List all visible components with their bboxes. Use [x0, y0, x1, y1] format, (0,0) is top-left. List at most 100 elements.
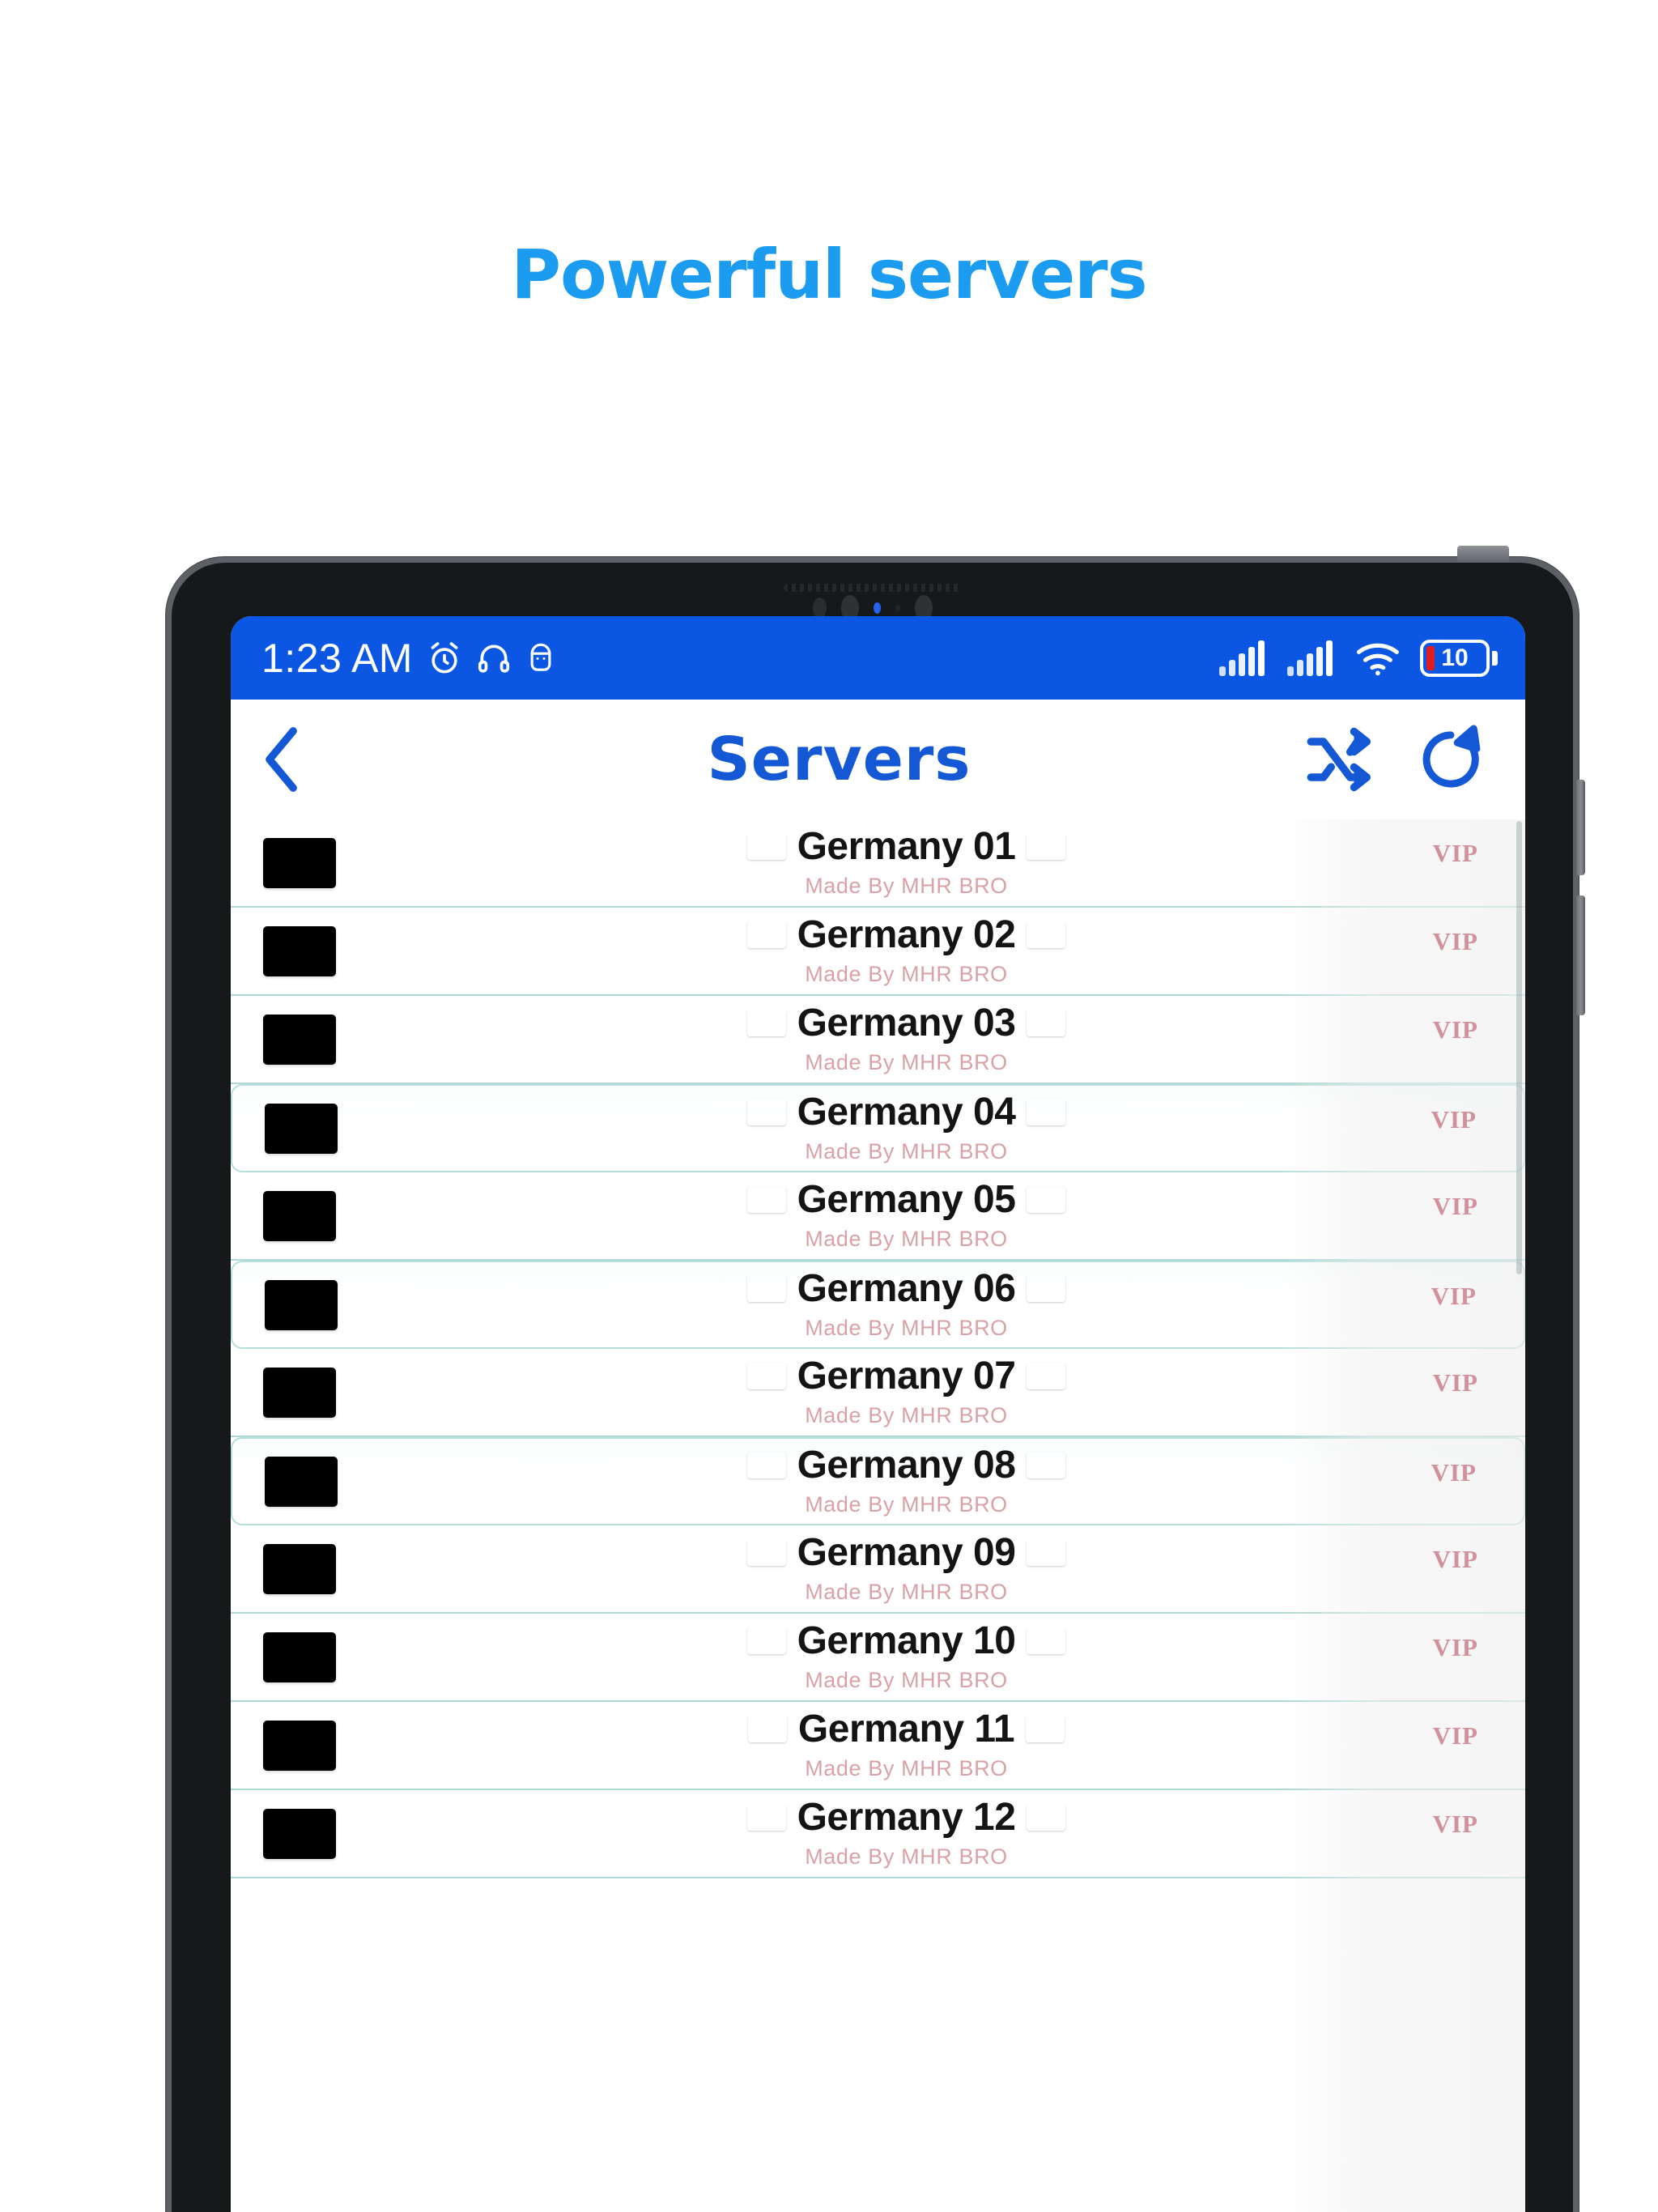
status-bar: 1:23 AM 10 [231, 616, 1525, 700]
german-flag-icon [748, 1716, 787, 1742]
status-bar-right: 10 [1219, 639, 1498, 677]
device-screen: 1:23 AM 10 Servers Germany 01 Made By MH… [231, 616, 1525, 2212]
server-subtitle: Made By MHR BRO [805, 1667, 1008, 1692]
status-bar-clock: 1:23 AM [261, 635, 413, 681]
server-subtitle: Made By MHR BRO [805, 1491, 1008, 1516]
german-flag-icon [1027, 1186, 1065, 1213]
vip-badge: VIP [1432, 839, 1478, 867]
app-bar-title: Servers [707, 725, 971, 794]
server-name: Germany 11 [797, 1707, 1015, 1750]
server-list[interactable]: Germany 01 Made By MHR BRO VIP Germany 02 Ma… [231, 819, 1525, 2212]
german-flag-icon [747, 921, 786, 948]
server-name: Germany 03 [797, 1001, 1016, 1044]
speaker-grille-icon [783, 584, 962, 592]
server-subtitle: Made By MHR BRO [805, 1138, 1008, 1163]
server-info: Germany 05 Made By MHR BRO [336, 1180, 1525, 1252]
server-list-item[interactable]: Germany 06 Made By MHR BRO VIP [231, 1261, 1525, 1349]
server-subtitle: Made By MHR BRO [805, 873, 1008, 898]
scrollbar[interactable] [1516, 821, 1522, 1274]
german-flag-icon [263, 837, 336, 888]
vip-badge: VIP [1431, 1282, 1477, 1310]
server-name-row: Germany 08 [747, 1443, 1066, 1487]
server-name-row: Germany 07 [747, 1354, 1066, 1397]
battery-icon: 10 [1420, 639, 1498, 677]
server-list-item[interactable]: Germany 09 Made By MHR BRO VIP [231, 1525, 1525, 1614]
server-list-item[interactable]: Germany 10 Made By MHR BRO VIP [231, 1614, 1525, 1702]
signal-bars-icon-1 [1219, 640, 1269, 676]
server-name: Germany 12 [797, 1795, 1016, 1839]
german-flag-icon [263, 1631, 336, 1682]
server-list-item[interactable]: Germany 05 Made By MHR BRO VIP [231, 1172, 1525, 1261]
vip-badge: VIP [1432, 1810, 1478, 1838]
german-flag-icon [1027, 1539, 1065, 1566]
refresh-icon[interactable] [1414, 722, 1488, 797]
server-name-row: Germany 01 [747, 827, 1066, 866]
alarm-clock-icon [426, 640, 463, 677]
server-name-row: Germany 03 [747, 1001, 1066, 1044]
shuffle-icon[interactable] [1303, 722, 1378, 797]
german-flag-icon [263, 1720, 336, 1771]
server-subtitle: Made By MHR BRO [805, 1315, 1008, 1340]
server-subtitle: Made By MHR BRO [805, 1844, 1008, 1869]
server-name-row: Germany 09 [747, 1530, 1066, 1574]
power-button[interactable] [1576, 895, 1585, 1015]
server-list-item[interactable]: Germany 01 Made By MHR BRO VIP [231, 819, 1525, 908]
server-name-row: Germany 12 [747, 1795, 1066, 1839]
server-subtitle: Made By MHR BRO [805, 1226, 1008, 1251]
app-bar: Servers [231, 700, 1525, 819]
german-flag-icon [1027, 1275, 1065, 1302]
signal-bars-icon-2 [1287, 640, 1337, 676]
server-name-row: Germany 04 [747, 1092, 1066, 1132]
german-flag-icon [747, 1627, 786, 1654]
vip-badge: VIP [1432, 1545, 1478, 1573]
german-flag-icon [1027, 1452, 1065, 1478]
server-name-row: Germany 10 [747, 1621, 1066, 1661]
german-flag-icon [263, 1014, 336, 1065]
german-flag-icon [747, 1186, 786, 1213]
server-name: Germany 09 [797, 1530, 1016, 1574]
proximity-sensor-icon [895, 605, 900, 611]
german-flag-icon [747, 1804, 786, 1831]
server-list-item[interactable]: Germany 08 Made By MHR BRO VIP [231, 1437, 1525, 1525]
page-title: Powerful servers [511, 235, 1147, 314]
server-name: Germany 06 [797, 1266, 1016, 1310]
headphones-icon [476, 640, 512, 676]
server-info: Germany 11 Made By MHR BRO [336, 1707, 1525, 1781]
tablet-device-mockup: 1:23 AM 10 Servers Germany 01 Made By MH… [166, 546, 1585, 2212]
server-list-item[interactable]: Germany 07 Made By MHR BRO VIP [231, 1349, 1525, 1437]
server-info: Germany 06 Made By MHR BRO [338, 1266, 1524, 1341]
server-info: Germany 07 Made By MHR BRO [336, 1354, 1525, 1428]
german-flag-icon [1027, 921, 1065, 948]
server-list-item[interactable]: Germany 11 Made By MHR BRO VIP [231, 1702, 1525, 1790]
server-subtitle: Made By MHR BRO [805, 1049, 1008, 1074]
german-flag-icon [263, 1808, 336, 1859]
server-info: Germany 01 Made By MHR BRO [336, 827, 1525, 899]
volume-button[interactable] [1576, 780, 1585, 875]
german-flag-icon [747, 1452, 786, 1478]
server-list-item[interactable]: Germany 04 Made By MHR BRO VIP [231, 1084, 1525, 1172]
server-list-item[interactable]: Germany 03 Made By MHR BRO VIP [231, 996, 1525, 1084]
server-subtitle: Made By MHR BRO [805, 1755, 1008, 1780]
server-list-item[interactable]: Germany 02 Made By MHR BRO VIP [231, 908, 1525, 996]
server-info: Germany 03 Made By MHR BRO [336, 1001, 1525, 1075]
server-name-row: Germany 11 [748, 1707, 1065, 1750]
vip-badge: VIP [1432, 1633, 1478, 1661]
german-flag-icon [265, 1456, 338, 1507]
server-name-row: Germany 05 [747, 1180, 1066, 1219]
server-info: Germany 10 Made By MHR BRO [336, 1621, 1525, 1693]
vip-badge: VIP [1431, 1105, 1477, 1134]
german-flag-icon [263, 1543, 336, 1594]
server-name: Germany 07 [797, 1354, 1016, 1397]
server-info: Germany 12 Made By MHR BRO [336, 1795, 1525, 1870]
server-list-item[interactable]: Germany 12 Made By MHR BRO VIP [231, 1790, 1525, 1878]
server-info: Germany 08 Made By MHR BRO [338, 1443, 1524, 1517]
back-button[interactable] [244, 721, 321, 798]
german-flag-icon [265, 1103, 338, 1154]
german-flag-icon [1027, 1627, 1065, 1654]
server-name: Germany 08 [797, 1443, 1016, 1487]
server-subtitle: Made By MHR BRO [805, 961, 1008, 986]
vip-badge: VIP [1432, 1721, 1478, 1750]
german-flag-icon [747, 1010, 786, 1036]
german-flag-icon [1027, 1099, 1065, 1125]
german-flag-icon [747, 1099, 786, 1125]
